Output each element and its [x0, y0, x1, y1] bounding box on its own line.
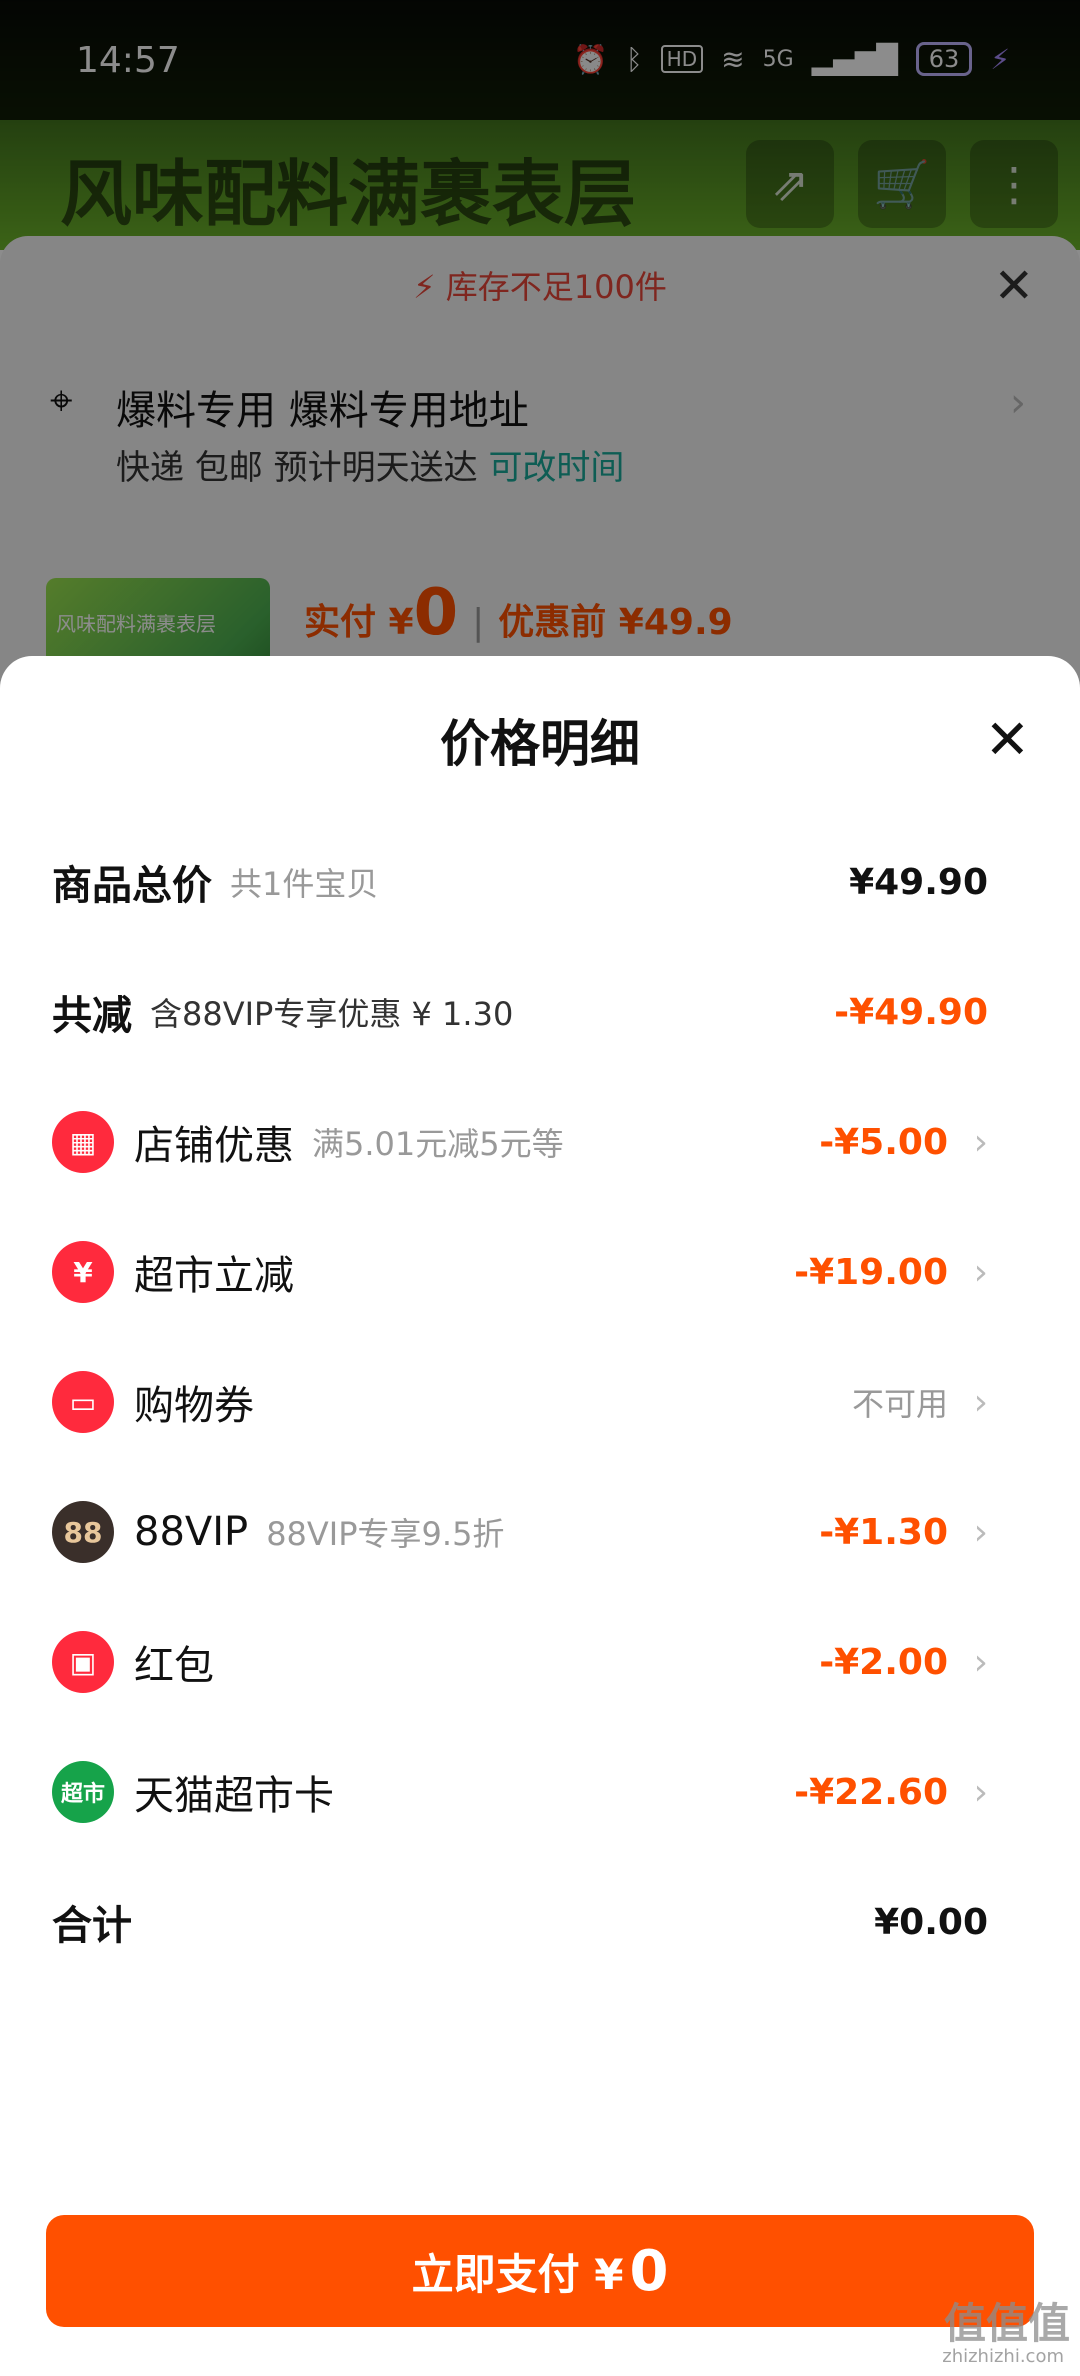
row-label: 天猫超市卡	[134, 1773, 334, 1819]
row-label: 红包	[134, 1643, 214, 1689]
row-sub: 满5.01元减5元等	[312, 1125, 564, 1163]
price-detail-sheet: 价格明细 ✕ 商品总价 共1件宝贝 ¥49.90 共减 含88VIP专享优惠 ¥…	[0, 656, 1080, 2376]
chevron-right-icon: ›	[973, 1121, 988, 1163]
row-shop-discount[interactable]: ▦ 店铺优惠 满5.01元减5元等 -¥5.00 ›	[52, 1102, 988, 1182]
row-label: 共减	[52, 993, 132, 1039]
chevron-right-icon: ›	[973, 1511, 988, 1553]
row-label: 商品总价	[52, 863, 212, 909]
chevron-right-icon: ›	[973, 1381, 988, 1423]
red-envelope-icon: ▣	[52, 1631, 114, 1693]
row-red-packet[interactable]: ▣ 红包 -¥2.00 ›	[52, 1622, 988, 1702]
close-icon[interactable]: ✕	[985, 708, 1030, 771]
row-amount: -¥2.00	[819, 1641, 948, 1683]
sheet-title: 价格明细	[440, 715, 640, 773]
row-label: 购物券	[134, 1383, 254, 1429]
row-sub: 88VIP专享9.5折	[266, 1515, 505, 1553]
store-icon: ▦	[52, 1111, 114, 1173]
88vip-icon: 88	[52, 1501, 114, 1563]
watermark: 值值值	[943, 2299, 1070, 2348]
row-label: 88VIP	[134, 1509, 249, 1555]
row-tmall-card[interactable]: 超市 天猫超市卡 -¥22.60 ›	[52, 1752, 988, 1832]
ticket-icon: ▭	[52, 1371, 114, 1433]
row-amount: -¥49.90	[834, 991, 988, 1033]
chevron-right-icon: ›	[973, 1251, 988, 1293]
row-label: 合计	[52, 1903, 132, 1949]
row-amount: ¥49.90	[849, 861, 988, 903]
row-sub: 共1件宝贝	[230, 865, 379, 903]
pay-button-amount: 0	[629, 2238, 669, 2304]
row-shopping-coupon[interactable]: ▭ 购物券 不可用 ›	[52, 1362, 988, 1442]
row-label: 超市立减	[134, 1253, 294, 1299]
row-amount: ¥0.00	[874, 1901, 988, 1943]
pay-button-label: 立即支付 ¥	[411, 2249, 624, 2299]
row-amount: -¥5.00	[819, 1121, 948, 1163]
tmall-supermarket-icon: 超市	[52, 1761, 114, 1823]
row-amount: -¥22.60	[794, 1771, 948, 1813]
pay-now-button[interactable]: 立即支付 ¥0	[46, 2215, 1034, 2327]
yuan-icon: ¥	[52, 1241, 114, 1303]
chevron-right-icon: ›	[973, 1771, 988, 1813]
row-label: 店铺优惠	[134, 1123, 294, 1169]
watermark-domain: zhizhizhi.com	[942, 2346, 1064, 2367]
row-supermarket-discount[interactable]: ¥ 超市立减 -¥19.00 ›	[52, 1232, 988, 1312]
row-sub: 含88VIP专享优惠 ¥ 1.30	[150, 995, 514, 1033]
row-amount: -¥19.00	[794, 1251, 948, 1293]
chevron-right-icon: ›	[973, 1641, 988, 1683]
row-amount: -¥1.30	[819, 1511, 948, 1553]
row-amount: 不可用	[851, 1385, 948, 1423]
row-grand-total: 合计 ¥0.00	[52, 1882, 988, 1962]
row-88vip[interactable]: 88 88VIP 88VIP专享9.5折 -¥1.30 ›	[52, 1492, 988, 1572]
row-total-price: 商品总价 共1件宝贝 ¥49.90	[52, 842, 988, 922]
row-total-discount: 共减 含88VIP专享优惠 ¥ 1.30 -¥49.90	[52, 972, 988, 1052]
